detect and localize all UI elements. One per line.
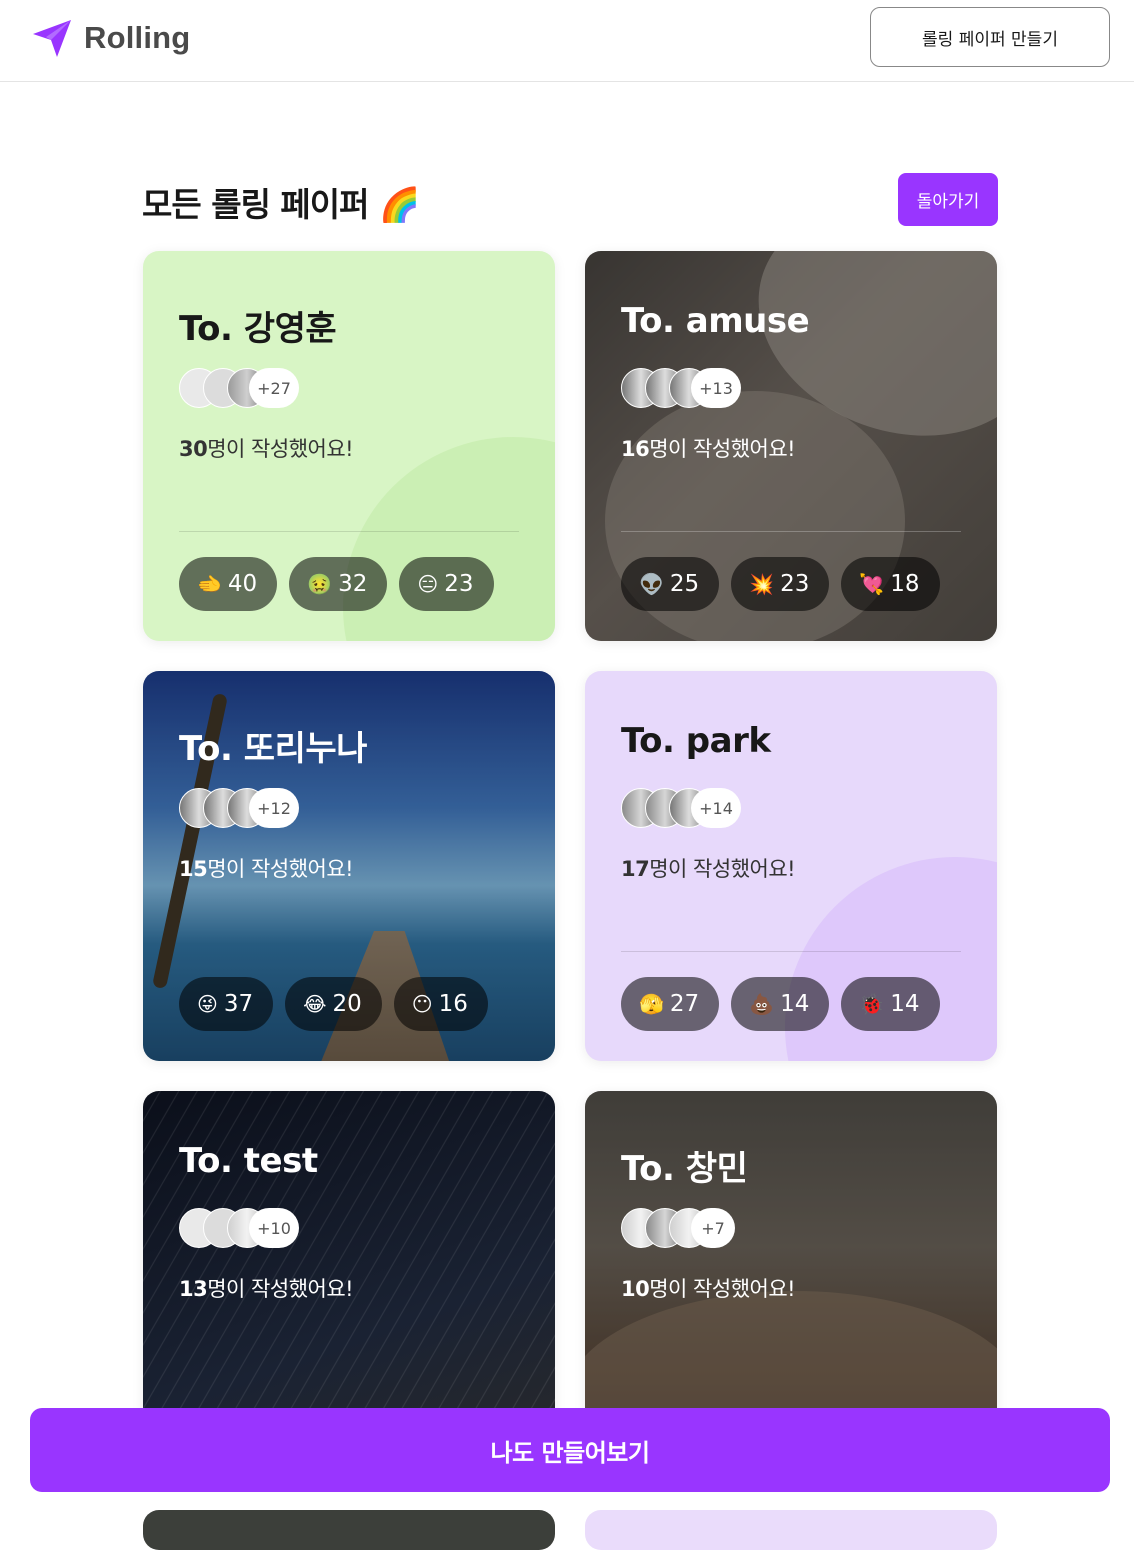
- writer-count: 17명이 작성했어요!: [621, 857, 796, 881]
- writer-count: 13명이 작성했어요!: [179, 1277, 354, 1301]
- reaction-list: 🫣 27 💩 14 🐞 14: [621, 977, 940, 1031]
- avatar-group: +13: [621, 368, 821, 408]
- top-nav: Rolling 롤링 페이퍼 만들기: [0, 0, 1134, 82]
- card-recipient: To. test: [179, 1141, 318, 1181]
- avatar-more-count: +7: [691, 1208, 735, 1248]
- avatar-group: +27: [179, 368, 379, 408]
- writer-count: 10명이 작성했어요!: [621, 1277, 796, 1301]
- avatar-more-count: +14: [691, 788, 741, 828]
- card-recipient: To. amuse: [621, 301, 810, 341]
- reaction-badge: 🤢 32: [289, 557, 388, 611]
- avatar-more-count: +27: [249, 368, 299, 408]
- card-recipient: To. 창민: [621, 1149, 748, 1189]
- avatar-more-count: +12: [249, 788, 299, 828]
- rolling-card-partial[interactable]: [143, 1510, 555, 1550]
- writer-count: 15명이 작성했어요!: [179, 857, 354, 881]
- avatar-group: +14: [621, 788, 821, 828]
- reaction-badge: 😑 23: [399, 557, 494, 611]
- create-rolling-paper-button[interactable]: 롤링 페이퍼 만들기: [870, 7, 1110, 67]
- reaction-badge: 😜 37: [179, 977, 274, 1031]
- divider: [179, 531, 519, 532]
- reaction-list: 🫲 40 🤢 32 😑 23: [179, 557, 494, 611]
- rolling-card[interactable]: To. park +14 17명이 작성했어요! 🫣 27 💩 14 🐞 14: [585, 671, 997, 1061]
- avatar-more-count: +10: [249, 1208, 299, 1248]
- divider: [621, 951, 961, 952]
- paper-plane-icon: [33, 20, 71, 57]
- reaction-badge: 😶 16: [393, 977, 488, 1031]
- avatar-group: +12: [179, 788, 379, 828]
- reaction-badge: 💘 18: [841, 557, 940, 611]
- logo[interactable]: Rolling: [30, 16, 190, 60]
- rolling-card[interactable]: To. 또리누나 +12 15명이 작성했어요! 😜 37 😂 20 😶 16: [143, 671, 555, 1061]
- card-recipient: To. 강영훈: [179, 309, 337, 349]
- logo-text: Rolling: [84, 20, 191, 55]
- reaction-badge: 💥 23: [731, 557, 830, 611]
- reaction-list: 😜 37 😂 20 😶 16: [179, 977, 488, 1031]
- reaction-badge: 🫣 27: [621, 977, 720, 1031]
- avatar-group: +7: [621, 1208, 821, 1248]
- card-recipient: To. 또리누나: [179, 729, 367, 769]
- avatar-group: +10: [179, 1208, 379, 1248]
- reaction-badge: 🐞 14: [841, 977, 940, 1031]
- page-title: 모든 롤링 페이퍼 🌈: [142, 185, 420, 224]
- create-my-own-button[interactable]: 나도 만들어보기: [30, 1408, 1110, 1492]
- writer-count: 30명이 작성했어요!: [179, 437, 354, 461]
- divider: [621, 531, 961, 532]
- reaction-badge: 👽 25: [621, 557, 720, 611]
- avatar-more-count: +13: [691, 368, 741, 408]
- reaction-badge: 💩 14: [731, 977, 830, 1031]
- reaction-badge: 😂 20: [285, 977, 382, 1031]
- back-button[interactable]: 돌아가기: [898, 173, 998, 226]
- rolling-card[interactable]: To. 강영훈 +27 30명이 작성했어요! 🫲 40 🤢 32 😑 23: [143, 251, 555, 641]
- reaction-list: 👽 25 💥 23 💘 18: [621, 557, 940, 611]
- writer-count: 16명이 작성했어요!: [621, 437, 796, 461]
- rolling-card-partial[interactable]: [585, 1510, 997, 1550]
- rolling-card[interactable]: To. amuse +13 16명이 작성했어요! 👽 25 💥 23 💘 18: [585, 251, 997, 641]
- card-recipient: To. park: [621, 721, 771, 761]
- reaction-badge: 🫲 40: [179, 557, 278, 611]
